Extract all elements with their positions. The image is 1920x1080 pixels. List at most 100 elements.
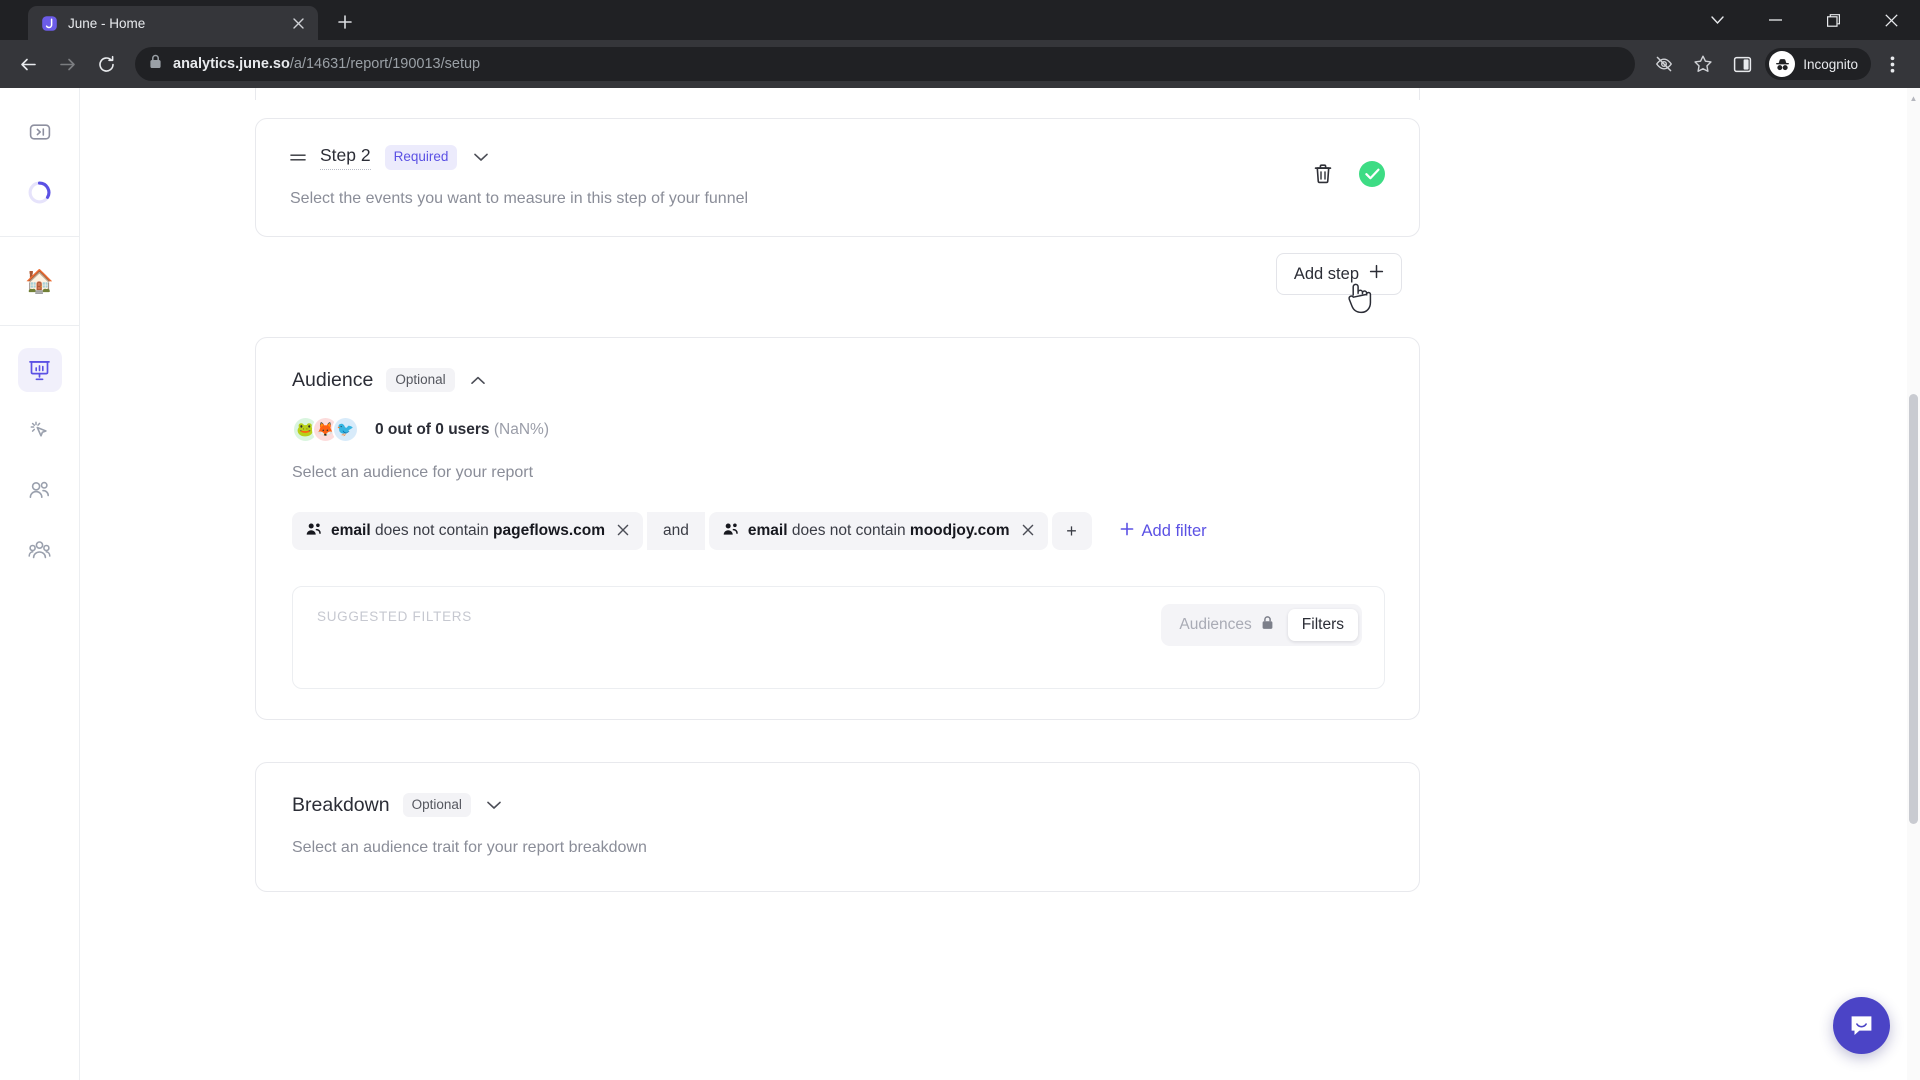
intercom-chat-button[interactable] (1833, 997, 1890, 1054)
trash-icon[interactable] (1313, 163, 1333, 185)
breakdown-optional-badge[interactable]: Optional (402, 793, 471, 818)
chevron-up-icon[interactable] (468, 370, 488, 390)
step-actions (1313, 161, 1385, 187)
sidebar-item-users[interactable] (18, 468, 62, 512)
incognito-label: Incognito (1803, 56, 1858, 72)
url-text: analytics.june.so/a/14631/report/190013/… (173, 56, 480, 72)
close-icon[interactable] (617, 523, 629, 540)
filter-field: email (331, 522, 371, 540)
plus-icon (1120, 522, 1134, 541)
toggle-filters-label: Filters (1301, 616, 1344, 634)
breakdown-header: Breakdown Optional (292, 793, 1385, 818)
filter-value: pageflows.com (493, 522, 605, 540)
sidebar-item-home[interactable]: 🏠 (18, 259, 62, 303)
scrollbar-thumb[interactable] (1909, 394, 1918, 824)
report-setup-scroll: Step 2 Required Select the events you wa… (80, 88, 1920, 893)
audience-card: Audience Optional 🐸 🦊 🐦 0 out of 0 users… (255, 337, 1420, 721)
sidebar-item-events[interactable] (18, 408, 62, 452)
step-name-field[interactable]: Step 2 (320, 145, 371, 170)
eye-slash-icon[interactable] (1646, 46, 1682, 82)
lock-icon (149, 54, 162, 74)
browser-toolbar: analytics.june.so/a/14631/report/190013/… (0, 40, 1920, 88)
window-controls (1688, 0, 1920, 40)
filter-value: moodjoy.com (909, 522, 1010, 540)
main-content: Step 2 Required Select the events you wa… (80, 88, 1920, 1080)
breakdown-title: Breakdown (292, 793, 390, 816)
check-circle-icon[interactable] (1359, 161, 1385, 187)
chevron-down-icon[interactable] (471, 148, 491, 168)
toggle-audiences-label: Audiences (1179, 616, 1252, 634)
sidebar-item-expand-panel[interactable] (18, 110, 62, 154)
sidebar-item-loading-spinner (18, 170, 62, 214)
tab-title: June - Home (68, 15, 146, 31)
suggested-filters-box: SUGGESTED FILTERS Audiences Filters (292, 586, 1385, 690)
drag-handle-icon[interactable] (290, 152, 306, 163)
tab-strip: June - Home (0, 0, 1920, 40)
audience-title: Audience (292, 368, 374, 391)
vertical-scrollbar[interactable]: ▲ (1907, 88, 1920, 1080)
add-step-button[interactable]: Add step (1275, 253, 1402, 295)
plus-icon[interactable] (330, 7, 360, 37)
incognito-indicator[interactable]: Incognito (1765, 48, 1871, 80)
breakdown-card: Breakdown Optional Select an audience tr… (255, 762, 1420, 893)
chevron-down-icon[interactable] (484, 795, 504, 815)
reload-icon[interactable] (88, 46, 124, 82)
sidebar-divider-top (0, 236, 80, 237)
add-filter-chip-button[interactable]: + (1051, 512, 1092, 551)
three-dot-menu-icon[interactable] (1874, 46, 1910, 82)
step-1-card-partial (255, 88, 1420, 100)
sidebar-item-groups[interactable] (18, 528, 62, 572)
filter-chip-text: email does not contain moodjoy.com (748, 522, 1010, 540)
minimize-button[interactable] (1746, 0, 1804, 40)
app-viewport: 🏠 Step 2 Required Select the events you … (0, 88, 1920, 1080)
step-header: Step 2 Required (290, 145, 1387, 170)
sidebar-item-reports[interactable] (17, 348, 62, 392)
forward-arrow-icon[interactable] (49, 46, 85, 82)
browser-tab[interactable]: June - Home (28, 6, 318, 40)
breakdown-description: Select an audience trait for your report… (292, 839, 647, 857)
intercom-chat-icon (1851, 1016, 1872, 1035)
step-description: Select the events you want to measure in… (290, 190, 749, 207)
close-icon[interactable] (1022, 523, 1034, 540)
audience-user-count: 0 out of 0 users (NaN%) (375, 421, 549, 439)
audience-optional-badge[interactable]: Optional (386, 368, 455, 393)
star-icon[interactable] (1685, 46, 1721, 82)
incognito-hat-icon (1769, 51, 1796, 77)
filter-field: email (747, 522, 788, 540)
toggle-filters[interactable]: Filters (1287, 609, 1358, 642)
filter-operator: does not contain (374, 522, 489, 540)
house-emoji: 🏠 (25, 267, 54, 294)
avatar-group: 🐸 🦊 🐦 (292, 416, 359, 444)
url-path: /a/14631/report/190013/setup (289, 56, 481, 72)
close-button[interactable] (1862, 0, 1920, 40)
filter-operator: does not contain (791, 522, 906, 540)
people-filter-icon (306, 522, 322, 541)
address-bar[interactable]: analytics.june.so/a/14631/report/190013/… (135, 47, 1636, 81)
filter-chip[interactable]: email does not contain pageflows.com (292, 512, 643, 551)
url-domain: analytics.june.so (173, 56, 290, 72)
lock-icon (1261, 615, 1274, 635)
report-setup-column: Step 2 Required Select the events you wa… (255, 88, 1420, 893)
june-logo-icon (40, 14, 58, 32)
sidebar-divider-mid (0, 325, 80, 326)
filter-chip[interactable]: email does not contain moodjoy.com (708, 512, 1048, 551)
maximize-button[interactable] (1804, 0, 1862, 40)
audience-count-percent: (NaN%) (493, 420, 549, 438)
people-filter-icon (723, 522, 739, 541)
scroll-up-arrow-icon[interactable]: ▲ (1909, 92, 1918, 104)
toggle-audiences[interactable]: Audiences (1165, 608, 1287, 642)
side-panel-icon[interactable] (1724, 46, 1760, 82)
add-filter-label: Add filter (1141, 521, 1207, 540)
left-sidebar: 🏠 (0, 88, 80, 1080)
add-filter-button[interactable]: Add filter (1120, 522, 1207, 541)
audiences-filters-toggle: Audiences Filters (1161, 604, 1362, 647)
tab-search-button[interactable] (1688, 0, 1746, 40)
back-arrow-icon[interactable] (10, 46, 46, 82)
close-icon[interactable] (288, 13, 308, 33)
add-step-row: Add step (255, 253, 1420, 314)
filter-chip-text: email does not contain pageflows.com (331, 522, 605, 540)
avatar: 🐦 (332, 416, 359, 444)
browser-window: June - Home analytics.june.so/a/14631/re… (0, 0, 1920, 1080)
step-required-badge[interactable]: Required (384, 145, 458, 170)
audience-count-value: 0 out of 0 users (375, 420, 490, 438)
